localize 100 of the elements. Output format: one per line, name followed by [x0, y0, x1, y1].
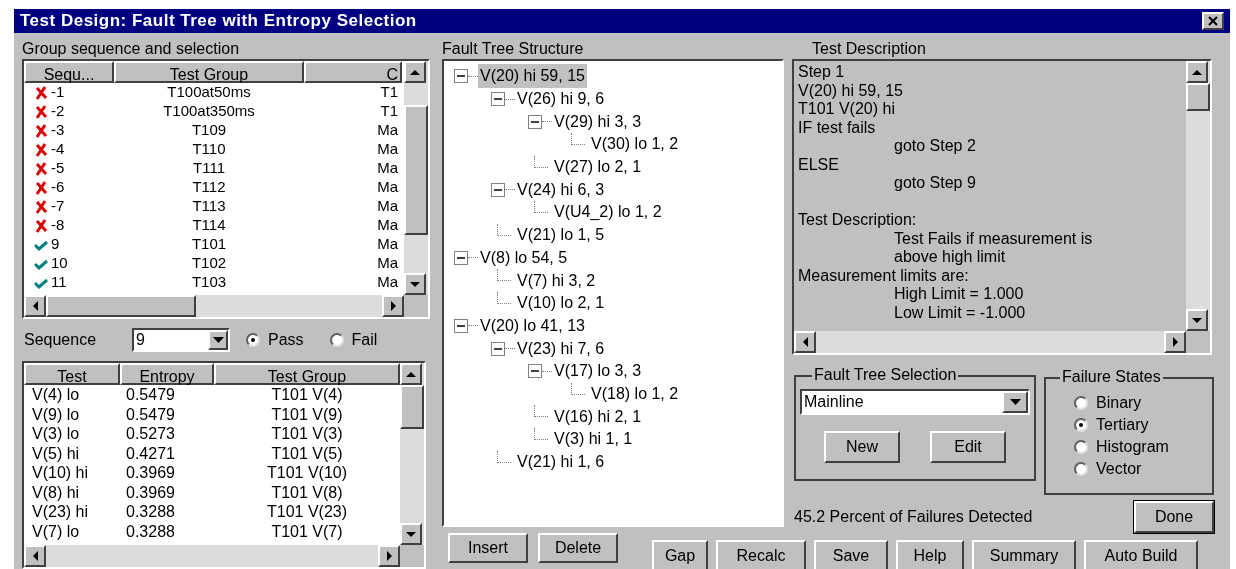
scroll-thumb[interactable]: [1186, 83, 1210, 111]
arrow-up-icon: [409, 67, 421, 77]
tree-node[interactable]: V(18) lo 1, 2: [589, 381, 681, 406]
radio-button[interactable]: [1074, 395, 1088, 410]
vertical-scrollbar[interactable]: [404, 61, 428, 295]
check-icon: [34, 238, 48, 251]
tree-node[interactable]: V(3) hi 1, 1: [552, 427, 635, 452]
sequence-dropdown[interactable]: 9: [132, 328, 230, 352]
scroll-right-button[interactable]: [378, 545, 400, 567]
table-cell: V(23) hi: [32, 503, 89, 521]
radio-button[interactable]: [329, 333, 344, 347]
close-button[interactable]: [1202, 12, 1224, 30]
table-cell: V(7) lo: [32, 522, 80, 540]
column-header[interactable]: Test Group: [114, 61, 304, 83]
vertical-scrollbar[interactable]: [1186, 61, 1210, 331]
table-cell-text: T1: [380, 82, 398, 103]
scroll-thumb[interactable]: [404, 105, 428, 235]
radio-label[interactable]: Histogram: [1096, 437, 1169, 456]
button[interactable]: Auto Build: [1084, 540, 1198, 569]
panel-label: Fault Tree Structure: [442, 39, 585, 59]
column-header[interactable]: Test: [24, 363, 120, 385]
collapse-icon[interactable]: [454, 318, 468, 333]
scroll-up-button[interactable]: [404, 61, 426, 83]
radio-label[interactable]: Binary: [1096, 393, 1142, 412]
tree-node[interactable]: V(10) lo 2, 1: [515, 291, 607, 316]
radio-button[interactable]: [246, 333, 260, 347]
dropdown-button[interactable]: [1002, 391, 1028, 413]
button[interactable]: Save: [814, 540, 888, 569]
tree-node[interactable]: V(30) lo 1, 2: [589, 132, 681, 157]
button[interactable]: Summary: [972, 540, 1076, 569]
column-header[interactable]: Sequ...: [24, 61, 114, 83]
scroll-left-button[interactable]: [794, 331, 816, 353]
tree-node[interactable]: V(8) lo 54, 5: [478, 245, 570, 270]
scroll-thumb[interactable]: [46, 295, 196, 317]
button[interactable]: Help: [896, 540, 964, 569]
collapse-icon[interactable]: [491, 182, 505, 197]
tree-node[interactable]: V(U4_2) lo 1, 2: [552, 200, 664, 225]
table-cell: 0.3288: [126, 522, 175, 540]
tree-node[interactable]: V(16) hi 2, 1: [552, 404, 644, 429]
tree-node[interactable]: V(21) lo 1, 5: [515, 223, 607, 248]
button[interactable]: Done: [1134, 501, 1214, 533]
column-header[interactable]: Entropy: [120, 363, 214, 385]
horizontal-scrollbar[interactable]: [24, 545, 400, 567]
button[interactable]: Delete: [538, 533, 618, 563]
collapse-icon[interactable]: [528, 114, 542, 129]
tree-node[interactable]: V(17) lo 3, 3: [552, 359, 644, 384]
tree-node[interactable]: V(21) hi 1, 6: [515, 450, 607, 475]
button[interactable]: Gap: [652, 540, 708, 569]
description-line: High Limit = 1.000: [893, 285, 1025, 304]
button[interactable]: Recalc: [716, 540, 806, 569]
table-cell: T101 V(8): [271, 483, 343, 501]
dropdown-button[interactable]: [208, 330, 228, 350]
radio-button[interactable]: [1074, 461, 1088, 476]
horizontal-scrollbar[interactable]: [24, 295, 404, 317]
scroll-down-button[interactable]: [1186, 309, 1208, 331]
tree-node[interactable]: V(20) hi 59, 15: [478, 64, 587, 89]
table-cell: V(8) hi: [32, 483, 80, 501]
tree-node[interactable]: V(24) hi 6, 3: [515, 177, 607, 202]
collapse-icon[interactable]: [491, 341, 505, 356]
button[interactable]: New: [824, 431, 900, 463]
arrow-right-icon: [1170, 336, 1180, 348]
arrow-up-icon: [1191, 67, 1203, 77]
radio-label[interactable]: Vector: [1096, 459, 1142, 478]
tree-node[interactable]: V(27) lo 2, 1: [552, 155, 644, 180]
scroll-up-button[interactable]: [1186, 61, 1208, 83]
table-cell-text: T100at350ms: [163, 101, 255, 122]
tree-node[interactable]: V(7) hi 3, 2: [515, 268, 598, 293]
button[interactable]: Insert: [448, 533, 528, 563]
table-cell: 0.4271: [126, 444, 175, 462]
tree-node[interactable]: V(26) hi 9, 6: [515, 87, 607, 112]
scroll-right-button[interactable]: [382, 295, 404, 317]
cross-icon: [34, 199, 48, 214]
collapse-icon[interactable]: [454, 250, 468, 265]
cross-icon: [34, 161, 48, 176]
scroll-left-button[interactable]: [24, 545, 46, 567]
radio-label[interactable]: Pass: [268, 328, 304, 352]
tree-node[interactable]: V(29) hi 3, 3: [552, 109, 644, 134]
scroll-down-button[interactable]: [404, 273, 426, 295]
radio-button[interactable]: [1074, 417, 1088, 432]
scroll-thumb[interactable]: [400, 385, 424, 429]
radio-label[interactable]: Tertiary: [1096, 415, 1149, 434]
fault-tree-dropdown[interactable]: Mainline: [800, 389, 1030, 415]
scroll-down-button[interactable]: [400, 523, 422, 545]
radio-label[interactable]: Fail: [351, 328, 378, 352]
column-header[interactable]: Test Group: [214, 363, 400, 385]
tree-node[interactable]: V(23) hi 7, 6: [515, 336, 607, 361]
scroll-left-button[interactable]: [24, 295, 46, 317]
collapse-icon[interactable]: [491, 92, 505, 107]
column-header[interactable]: C: [304, 61, 402, 83]
table-cell: 0.5273: [126, 425, 175, 443]
button[interactable]: Edit: [930, 431, 1006, 463]
tree-node[interactable]: V(20) lo 41, 13: [478, 313, 587, 338]
radio-button[interactable]: [1074, 439, 1088, 454]
scroll-right-button[interactable]: [1164, 331, 1186, 353]
collapse-icon[interactable]: [528, 364, 542, 379]
scroll-up-button[interactable]: [400, 363, 422, 385]
table-cell: T101 V(10): [266, 464, 347, 482]
collapse-icon[interactable]: [454, 69, 468, 84]
horizontal-scrollbar[interactable]: [794, 331, 1186, 353]
vertical-scrollbar[interactable]: [400, 363, 424, 545]
